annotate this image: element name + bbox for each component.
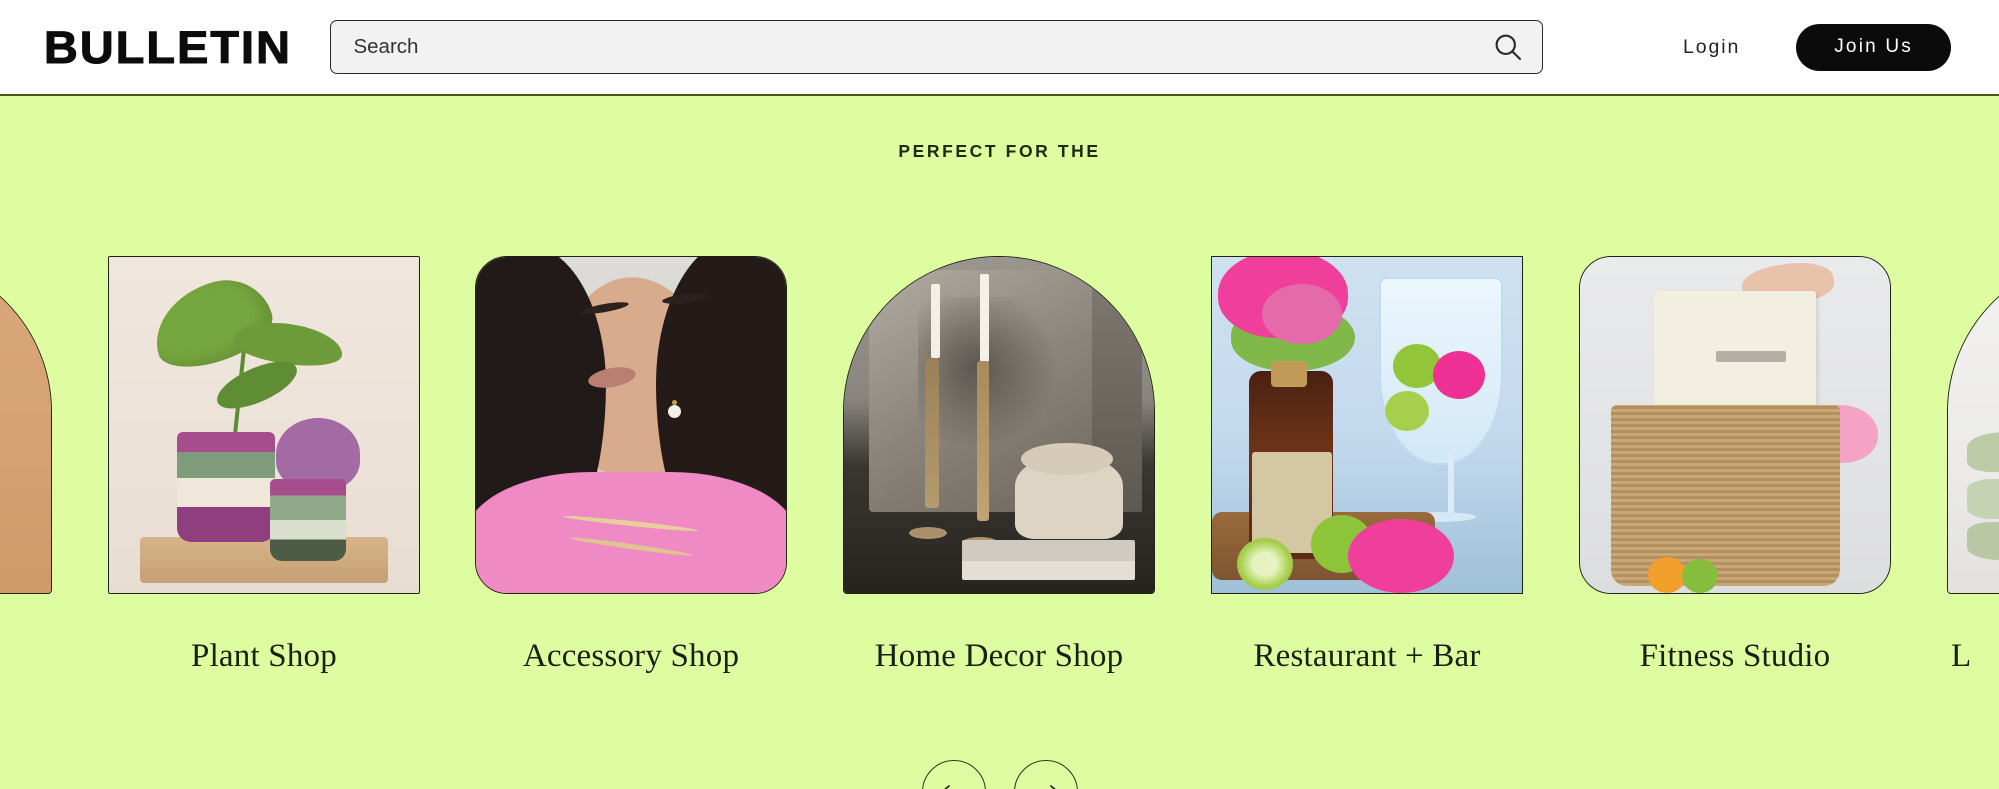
brand-logo[interactable]: BULLETIN [43, 24, 292, 70]
cocktail-and-tonic-image [1212, 257, 1522, 593]
carousel-card-restaurant-bar[interactable]: Restaurant + Bar [1211, 256, 1523, 675]
card-image [475, 256, 787, 594]
carousel-card-plant-shop[interactable]: Plant Shop [108, 256, 420, 675]
carousel-navigation [0, 760, 1999, 789]
search-field-wrapper [330, 20, 1544, 74]
painted-planters-image [109, 257, 419, 593]
shop-category-carousel[interactable]: Plant Shop Accessory Shop Home Decor Sho… [0, 256, 1999, 674]
card-image [1947, 256, 1999, 594]
login-link[interactable]: Login [1683, 36, 1740, 59]
carousel-card[interactable] [0, 256, 52, 638]
ceramic-bowls-image [1948, 257, 1999, 593]
header-actions: Login Join Us [1683, 23, 1955, 71]
carousel-card-home-decor-shop[interactable]: Home Decor Shop [843, 256, 1155, 675]
carousel-card[interactable]: L [1947, 256, 1999, 675]
site-header: BULLETIN Login Join Us [0, 0, 1999, 96]
card-image [0, 256, 52, 594]
carousel-card-accessory-shop[interactable]: Accessory Shop [475, 256, 787, 675]
card-label: Home Decor Shop [874, 638, 1124, 674]
card-image [843, 256, 1155, 594]
card-image [108, 256, 420, 594]
terracotta-textile-image [0, 257, 51, 593]
card-label: Plant Shop [191, 638, 337, 674]
card-label: Fitness Studio [1639, 638, 1831, 674]
search-input[interactable] [330, 20, 1544, 74]
hero-section: PERFECT FOR THE Plant Shop Accessory Sho… [0, 96, 1999, 789]
woven-tote-image [1580, 257, 1890, 593]
card-label: Restaurant + Bar [1253, 638, 1481, 674]
candles-and-vase-image [844, 257, 1154, 593]
card-label: Accessory Shop [522, 638, 740, 674]
card-label: L [1951, 638, 1972, 674]
model-portrait-image [476, 257, 786, 593]
carousel-prev-button[interactable] [921, 760, 986, 789]
join-us-button[interactable]: Join Us [1796, 23, 1951, 71]
section-eyebrow: PERFECT FOR THE [898, 141, 1101, 161]
arrow-left-icon [943, 785, 950, 789]
carousel-next-button[interactable] [1013, 760, 1078, 789]
carousel-card-fitness-studio[interactable]: Fitness Studio [1579, 256, 1891, 675]
card-image [1579, 256, 1891, 594]
card-image [1211, 256, 1523, 594]
arrow-right-icon [1049, 785, 1056, 789]
